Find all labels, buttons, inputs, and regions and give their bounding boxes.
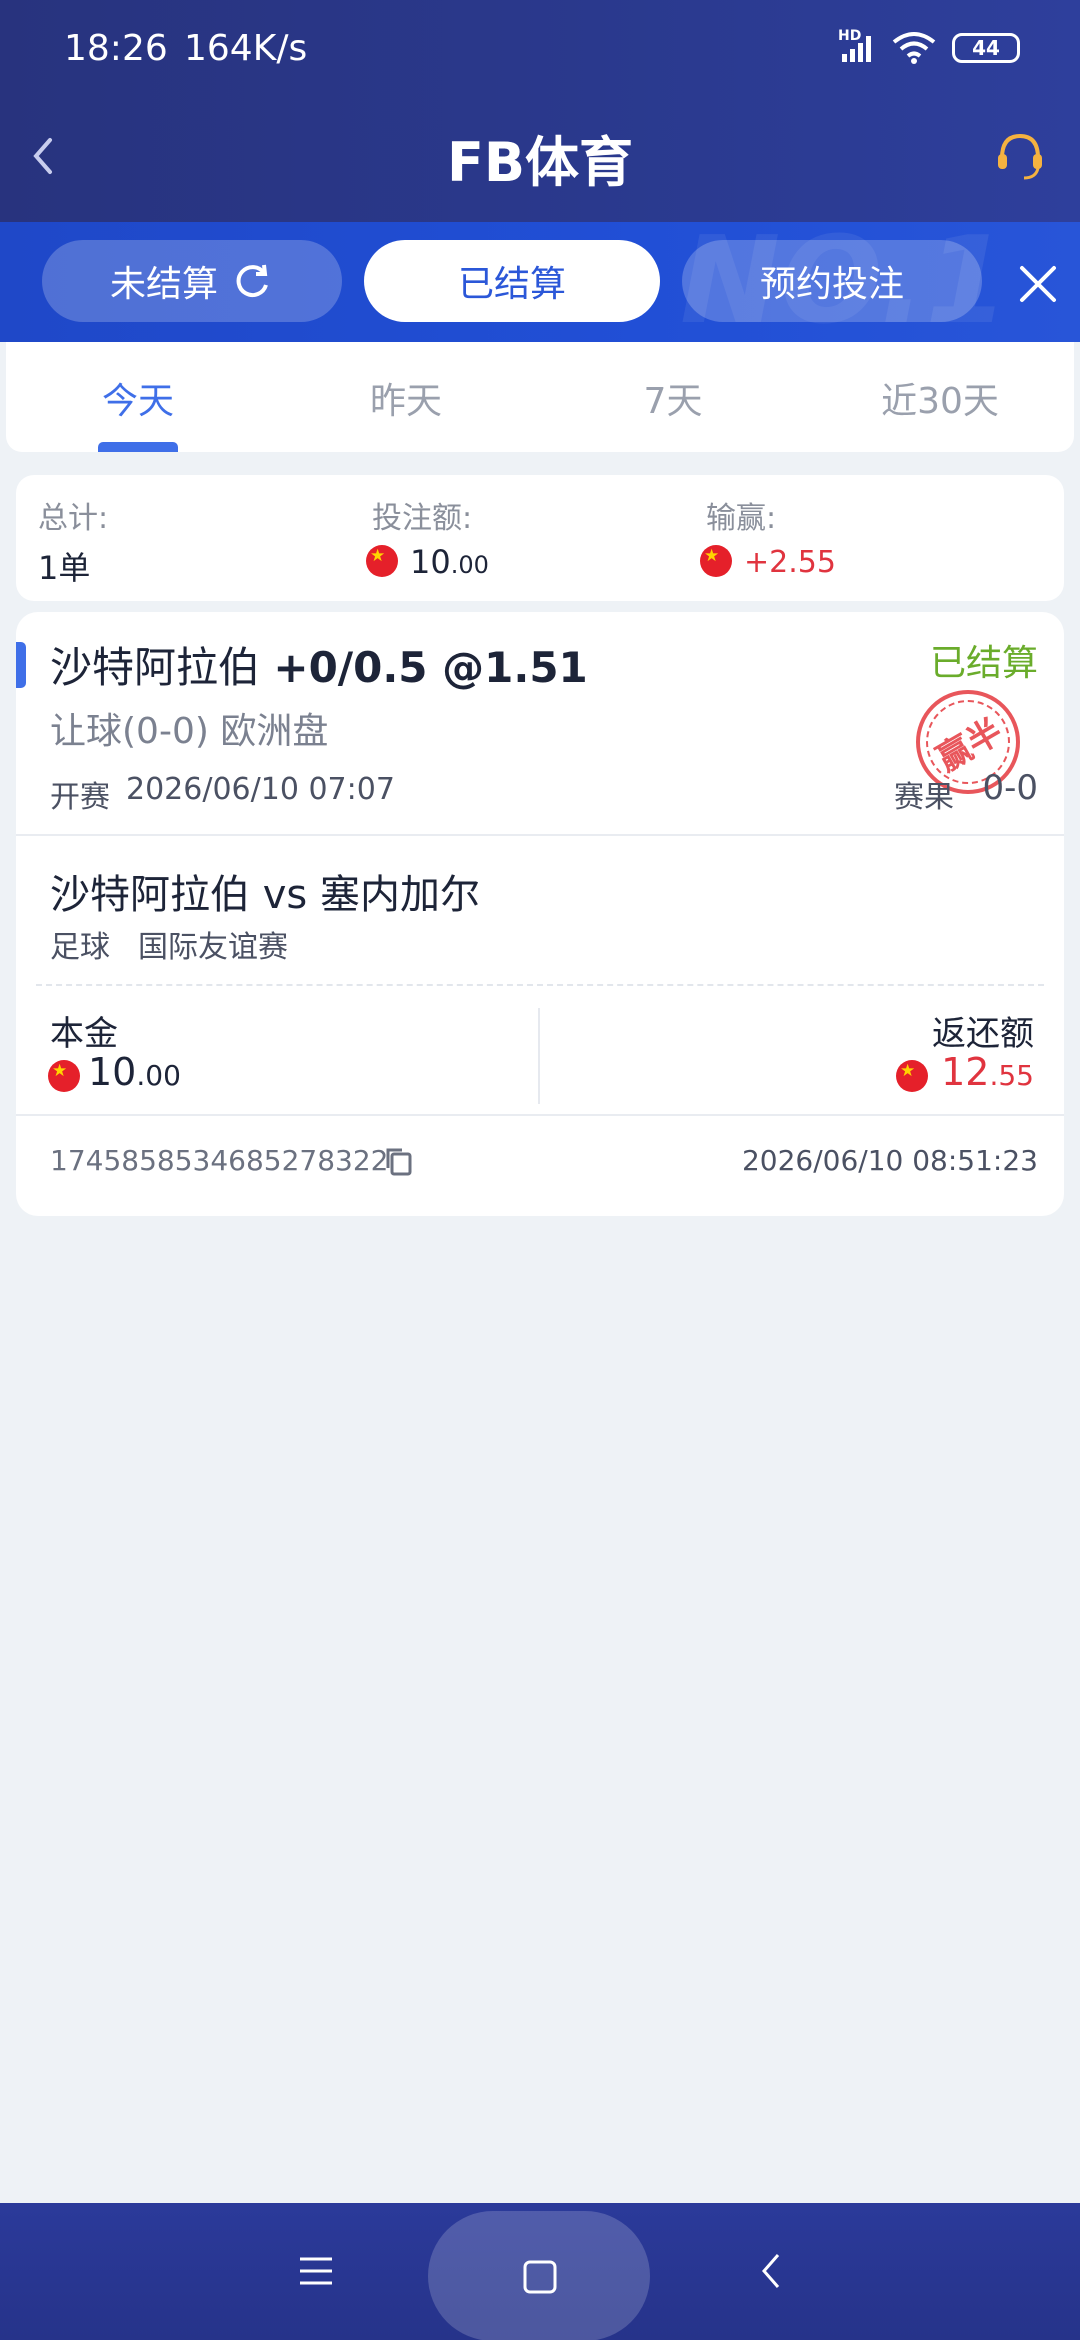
- principal-dec: .00: [136, 1059, 181, 1092]
- start-label: 开赛: [50, 780, 110, 815]
- divider: [16, 1114, 1064, 1116]
- total-label: 总计:: [38, 501, 109, 536]
- tab-unsettled[interactable]: 未结算: [42, 240, 342, 322]
- tab-reserved-bet[interactable]: 预约投注: [682, 240, 982, 322]
- tab-reserved-label: 预约投注: [759, 264, 904, 305]
- bet-market: 让球(0-0) 欧洲盘: [50, 711, 329, 752]
- tab-today[interactable]: 今天: [38, 372, 238, 424]
- vertical-divider: [538, 1008, 540, 1104]
- refresh-icon[interactable]: [230, 259, 274, 303]
- battery-level: 44: [972, 36, 1000, 60]
- tab-settled-label: 已结算: [457, 264, 566, 305]
- settle-time: 2026/06/10 08:51:23: [741, 1144, 1038, 1177]
- bet-accent-bar: [16, 642, 26, 688]
- principal-int: 10: [88, 1050, 137, 1094]
- stake-value: 10.00: [410, 543, 489, 581]
- bet-card[interactable]: 沙特阿拉伯 +0/0.5 @1.51 已结算 让球(0-0) 欧洲盘 赢半 开赛…: [16, 612, 1064, 1216]
- system-nav-bar: [0, 2203, 1080, 2340]
- chevron-left-icon[interactable]: [24, 134, 64, 178]
- start-time: 2026/06/10 07:07: [126, 772, 395, 807]
- summary-card: 总计: 1单 投注额: 10.00 输赢: +2.55: [16, 475, 1064, 601]
- stake-dec: .00: [450, 551, 489, 579]
- home-square-icon: [523, 2260, 557, 2294]
- headset-icon[interactable]: [992, 128, 1048, 184]
- result-value: 0-0: [982, 768, 1038, 808]
- divider: [16, 834, 1064, 836]
- dashed-divider: [36, 984, 1044, 986]
- league-name: 国际友谊赛: [138, 930, 288, 965]
- active-tab-indicator: [98, 442, 178, 452]
- tab-30-days[interactable]: 近30天: [840, 372, 1040, 424]
- status-speed: 164K/s: [184, 28, 308, 69]
- sport-name: 足球: [50, 930, 110, 965]
- order-id: 1745858534685278322: [50, 1144, 389, 1177]
- tab-settled[interactable]: 已结算: [364, 240, 660, 322]
- bet-status-tabs: NO.1 未结算 已结算 预约投注: [0, 222, 1080, 342]
- tab-7-days[interactable]: 7天: [573, 372, 773, 424]
- stake-int: 10: [410, 543, 451, 581]
- date-filter-tabs: 今天 昨天 7天 近30天: [6, 342, 1074, 452]
- bet-team: 沙特阿拉伯: [50, 643, 261, 692]
- bet-selection: 沙特阿拉伯 +0/0.5 @1.51: [50, 634, 588, 695]
- cny-flag-icon: [700, 545, 732, 577]
- page-title: FB体育: [446, 131, 634, 194]
- wifi-icon: [892, 32, 936, 64]
- win-label: 输赢:: [706, 501, 777, 536]
- return-label: 返还额: [932, 1014, 1034, 1054]
- tab-unsettled-label: 未结算: [109, 264, 218, 305]
- copy-icon[interactable]: [384, 1146, 414, 1178]
- win-value: +2.55: [744, 545, 836, 580]
- principal-value: 10.00: [88, 1050, 181, 1094]
- signal-icon: [842, 36, 871, 62]
- cny-flag-icon: [366, 545, 398, 577]
- return-dec: .55: [989, 1059, 1034, 1092]
- battery-icon: 44: [952, 33, 1020, 63]
- status-bar: 18:26 164K/s HD 44: [0, 0, 1080, 96]
- stake-label: 投注额:: [372, 501, 473, 536]
- total-value: 1单: [38, 549, 91, 587]
- match-name: 沙特阿拉伯 vs 塞内加尔: [50, 872, 480, 918]
- return-value: 12.55: [941, 1050, 1034, 1094]
- menu-icon[interactable]: [298, 2253, 334, 2289]
- tab-yesterday[interactable]: 昨天: [306, 372, 506, 424]
- cny-flag-icon: [48, 1060, 80, 1092]
- cny-flag-icon: [896, 1060, 928, 1092]
- principal-label: 本金: [50, 1014, 118, 1054]
- close-icon[interactable]: [1016, 262, 1060, 306]
- home-button[interactable]: [428, 2211, 650, 2340]
- back-nav-icon[interactable]: [754, 2251, 790, 2291]
- result-label: 赛果: [894, 780, 954, 815]
- bet-odds: +0/0.5 @1.51: [273, 643, 588, 692]
- status-time: 18:26: [64, 28, 168, 69]
- settled-status: 已结算: [929, 643, 1038, 684]
- return-int: 12: [941, 1050, 990, 1094]
